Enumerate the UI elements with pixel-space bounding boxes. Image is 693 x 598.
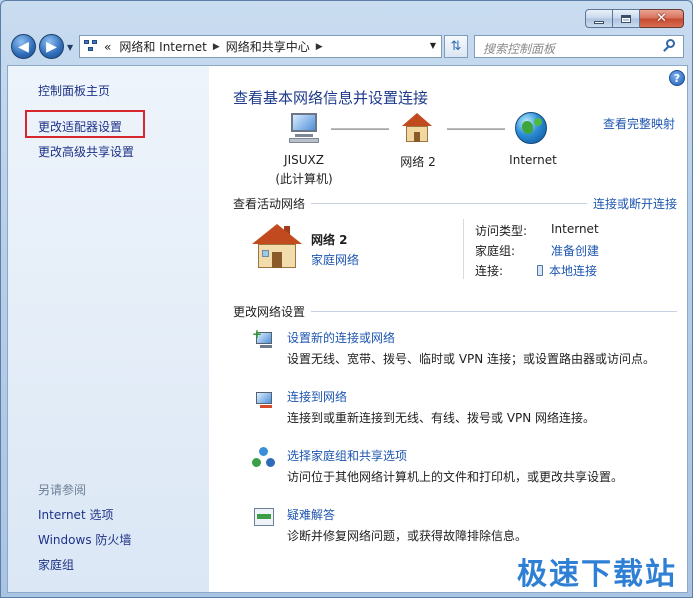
connect-network-icon <box>252 388 276 410</box>
maximize-button[interactable] <box>613 9 640 28</box>
home-network-icon <box>252 224 302 269</box>
search-input[interactable]: 搜索控制面板 <box>474 35 684 58</box>
connection-label: 连接: <box>475 264 504 278</box>
sidebar-item-advanced-sharing[interactable]: 更改高级共享设置 <box>38 143 134 160</box>
new-connection-icon: + <box>252 328 276 350</box>
map-connector <box>331 128 389 130</box>
main-panel: ? 查看基本网络信息并设置连接 查看完整映射 JISUXZ (此计算机) 网络 … <box>209 66 689 592</box>
active-network-name: 网络 2 <box>311 233 348 247</box>
divider <box>311 311 677 312</box>
refresh-icon: ⇅ <box>450 39 462 54</box>
back-button[interactable]: ◀ <box>11 34 36 59</box>
maximize-icon <box>621 14 631 23</box>
refresh-button[interactable]: ⇅ <box>444 35 468 58</box>
sidebar-item-homegroup[interactable]: 家庭组 <box>38 556 74 573</box>
full-map-link[interactable]: 查看完整映射 <box>603 115 675 132</box>
breadcrumb-sharing-center[interactable]: 网络和共享中心 <box>226 38 310 55</box>
search-icon[interactable] <box>663 39 677 53</box>
access-type-value: Internet <box>551 222 599 236</box>
search-placeholder: 搜索控制面板 <box>483 42 556 56</box>
change-settings-header: 更改网络设置 <box>233 305 306 319</box>
homegroup-label: 家庭组: <box>475 244 516 258</box>
window-frame: ✕ ◀ ▶ ▼ « 网络和 Internet ▶ 网络和共享中心 ▶ ▼ ⇅ 搜… <box>0 0 693 598</box>
caption-buttons: ✕ <box>585 9 684 28</box>
sidebar-item-windows-firewall[interactable]: Windows 防火墙 <box>38 531 131 548</box>
minimize-button[interactable] <box>585 9 613 28</box>
content-area: 控制面板主页 更改适配器设置 更改高级共享设置 另请参阅 Internet 选项… <box>7 65 688 593</box>
network-name-label: 网络 2 <box>400 155 436 169</box>
task-connect-network-desc: 连接到或重新连接到无线、有线、拨号或 VPN 网络连接。 <box>287 411 596 425</box>
see-also-header: 另请参阅 <box>38 483 87 497</box>
active-networks-header: 查看活动网络 <box>233 197 306 211</box>
minimize-icon <box>594 20 604 24</box>
watermark: 极速下载站 <box>517 557 677 592</box>
homegroup-sharing-icon <box>252 447 276 469</box>
computer-sub: (此计算机) <box>275 172 333 186</box>
troubleshoot-icon <box>252 506 276 528</box>
page-title: 查看基本网络信息并设置连接 <box>233 89 429 107</box>
close-button[interactable]: ✕ <box>640 9 684 28</box>
divider <box>463 219 464 279</box>
sidebar-item-control-panel-home[interactable]: 控制面板主页 <box>38 82 110 99</box>
task-connect-network-link[interactable]: 连接到网络 <box>287 388 347 405</box>
task-troubleshoot-desc: 诊断并修复网络问题，或获得故障排除信息。 <box>287 529 528 543</box>
task-troubleshoot-link[interactable]: 疑难解答 <box>287 506 335 523</box>
homegroup-value-link[interactable]: 准备创建 <box>551 242 599 259</box>
internet-globe-icon[interactable] <box>515 112 547 144</box>
address-bar[interactable]: « 网络和 Internet ▶ 网络和共享中心 ▶ ▼ <box>79 35 442 58</box>
forward-arrow-icon: ▶ <box>46 38 57 55</box>
back-arrow-icon: ◀ <box>18 38 29 55</box>
sidebar-item-internet-options[interactable]: Internet 选项 <box>38 506 113 523</box>
task-new-connection-link[interactable]: 设置新的连接或网络 <box>287 329 395 346</box>
history-dropdown-icon[interactable]: ▼ <box>67 43 73 52</box>
computer-icon[interactable] <box>287 113 321 145</box>
computer-name: JISUXZ <box>284 153 324 167</box>
task-homegroup-sharing-link[interactable]: 选择家庭组和共享选项 <box>287 447 407 464</box>
divider <box>311 203 587 204</box>
house-icon[interactable] <box>402 113 432 143</box>
local-connection-label: 本地连接 <box>549 264 598 278</box>
map-connector <box>447 128 505 130</box>
task-homegroup-sharing-desc: 访问位于其他网络计算机上的文件和打印机，或更改共享设置。 <box>287 470 624 484</box>
task-new-connection-desc: 设置无线、宽带、拨号、临时或 VPN 连接；或设置路由器或访问点。 <box>287 352 656 366</box>
address-dropdown-icon[interactable]: ▼ <box>430 41 436 50</box>
breadcrumb-separator-icon[interactable]: ▶ <box>213 42 220 52</box>
help-icon[interactable]: ? <box>669 70 685 86</box>
sidebar-item-change-adapter[interactable]: 更改适配器设置 <box>38 118 122 135</box>
forward-button[interactable]: ▶ <box>39 34 64 59</box>
local-connection-link[interactable]: 本地连接 <box>537 262 597 279</box>
network-type-link[interactable]: 家庭网络 <box>311 251 359 268</box>
breadcrumb-separator-icon[interactable]: ▶ <box>316 42 323 52</box>
sidebar: 控制面板主页 更改适配器设置 更改高级共享设置 另请参阅 Internet 选项… <box>8 66 209 592</box>
connect-disconnect-link[interactable]: 连接或断开连接 <box>593 195 677 212</box>
close-icon: ✕ <box>656 11 667 26</box>
ethernet-plug-icon <box>537 265 543 276</box>
internet-label: Internet <box>509 153 557 167</box>
network-folder-icon <box>84 39 100 54</box>
address-overflow[interactable]: « <box>104 40 111 54</box>
breadcrumb-network-internet[interactable]: 网络和 Internet <box>119 38 206 55</box>
access-type-label: 访问类型: <box>475 224 528 238</box>
